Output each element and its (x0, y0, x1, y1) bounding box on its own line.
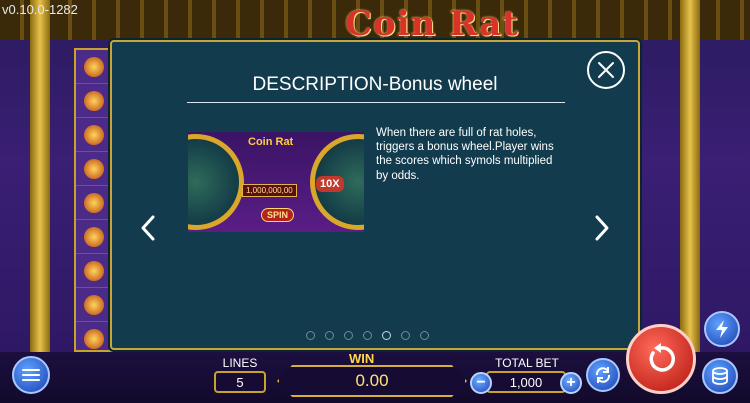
illustration-multiplier: 10X (316, 176, 344, 192)
autoplay-icon (595, 367, 611, 383)
autoplay-button[interactable] (586, 358, 620, 392)
illustration-amount: 1,000,000,00 (242, 184, 297, 197)
spin-icon (649, 343, 676, 372)
pagination-dots (306, 331, 429, 340)
description-text: When there are full of rat holes, trigge… (376, 127, 554, 182)
pagination-dot[interactable] (344, 331, 353, 340)
menu-button[interactable] (12, 356, 50, 394)
reel-frame-right (680, 0, 700, 360)
description-modal: DESCRIPTION-Bonus wheel Coin Rat 1,000,0… (110, 40, 640, 350)
pagination-dot[interactable] (325, 331, 334, 340)
background-reel (74, 48, 114, 356)
game-logo: Coin Rat (345, 4, 519, 44)
title-divider (187, 102, 565, 103)
reel-frame-left (30, 0, 50, 360)
coins-icon (712, 367, 728, 385)
coins-button[interactable] (702, 358, 738, 394)
pagination-dot[interactable] (306, 331, 315, 340)
total-bet-label: TOTAL BET (495, 356, 559, 370)
total-bet-value: 1,000 (486, 371, 566, 393)
spin-button[interactable] (626, 324, 696, 394)
illustration-spin-label: SPIN (261, 208, 295, 222)
chevron-left-icon[interactable] (138, 214, 158, 242)
turbo-icon (716, 320, 728, 338)
bonus-wheel-illustration: Coin Rat 1,000,000,00 10X SPIN (188, 132, 364, 232)
lines-label: LINES (222, 356, 258, 370)
win-value: 0.00 (277, 365, 467, 397)
wheel-left-graphic (188, 134, 244, 230)
win-label: WIN (349, 351, 375, 366)
lines-value: 5 (214, 371, 266, 393)
bet-decrease-button[interactable]: − (470, 372, 492, 394)
modal-title: DESCRIPTION-Bonus wheel (252, 74, 498, 95)
chevron-right-icon[interactable] (592, 214, 612, 242)
turbo-button[interactable] (704, 311, 740, 347)
menu-icon (22, 369, 40, 381)
pagination-dot-active[interactable] (382, 331, 391, 340)
pagination-dot[interactable] (420, 331, 429, 340)
pagination-dot[interactable] (363, 331, 372, 340)
pagination-dot[interactable] (401, 331, 410, 340)
close-button[interactable] (587, 51, 625, 89)
close-icon (598, 62, 614, 78)
version-label: v0.10.0-1282 (2, 2, 78, 17)
bet-increase-button[interactable]: + (560, 372, 582, 394)
illustration-logo: Coin Rat (248, 136, 294, 148)
